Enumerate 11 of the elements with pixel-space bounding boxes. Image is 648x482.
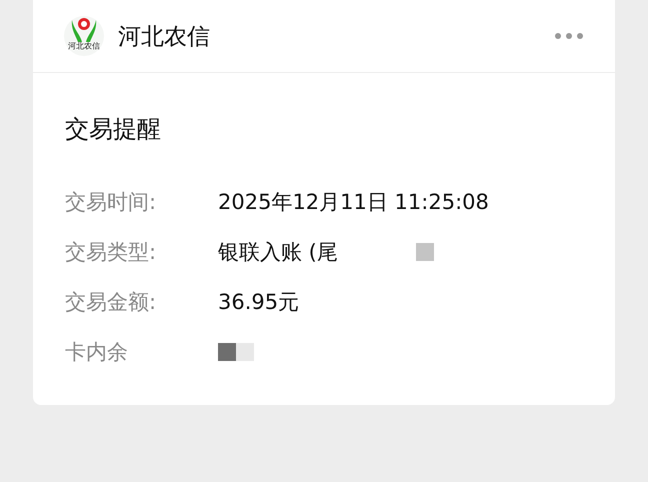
field-label: 交易时间:: [65, 189, 158, 216]
field-value: 36.95元: [218, 289, 300, 316]
logo-text: 河北农信: [68, 43, 100, 51]
account-name: 河北农信: [118, 22, 211, 52]
message-title: 交易提醒: [65, 114, 162, 145]
field-label: 交易金额:: [65, 289, 158, 316]
field-value: 银联入账 (尾: [218, 239, 338, 266]
field-label: 交易类型:: [65, 239, 158, 266]
field-value: 2025年12月11日 11:25:08: [218, 189, 489, 216]
field-label: 卡内余: [65, 339, 129, 366]
more-icon[interactable]: [554, 32, 584, 40]
